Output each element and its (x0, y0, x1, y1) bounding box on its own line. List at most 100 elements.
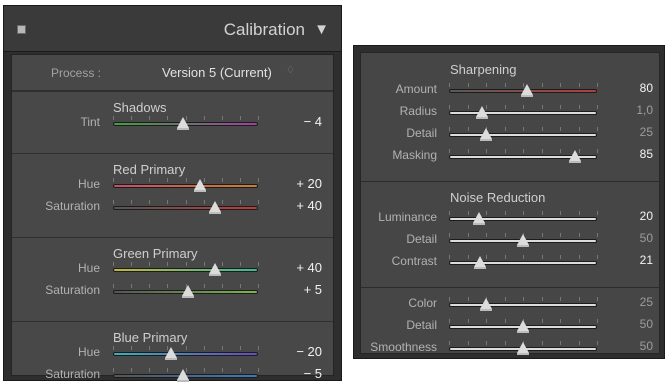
detail-slider-thumb[interactable] (476, 106, 488, 119)
slider-tick (149, 262, 150, 266)
slider-tick (542, 127, 543, 131)
slider-value[interactable]: − 20 (274, 344, 322, 359)
detail-slider-thumb[interactable] (473, 212, 485, 225)
slider-tick (449, 341, 450, 345)
slider-tick (523, 211, 524, 215)
slider-tick (149, 116, 150, 120)
slider-tick (523, 149, 524, 153)
calibration-header[interactable]: Calibration ▼ (4, 6, 341, 52)
slider-tick (597, 211, 598, 215)
slider-value[interactable]: 20 (623, 209, 653, 223)
slider-tick (505, 105, 506, 109)
slider-value[interactable]: 50 (623, 317, 653, 331)
slider-value[interactable]: 50 (623, 231, 653, 245)
process-row[interactable]: Process : Version 5 (Current) ♢ (12, 55, 333, 91)
slider-label: Smoothness (370, 340, 437, 354)
slider-tick (505, 211, 506, 215)
slider-tick (486, 319, 487, 323)
calibration-slider-thumb[interactable] (209, 263, 221, 276)
detail-slider-track[interactable] (449, 303, 597, 307)
calibration-slider-thumb[interactable] (177, 117, 189, 130)
slider-tick (579, 319, 580, 323)
slider-label: Detail (406, 126, 437, 140)
slider-tick (449, 233, 450, 237)
calibration-slider-thumb[interactable] (177, 369, 189, 382)
detail-slider-track[interactable] (449, 133, 597, 137)
slider-tick (204, 284, 205, 288)
slider-tick (167, 284, 168, 288)
slider-tick (131, 346, 132, 350)
detail-slider-track[interactable] (449, 111, 597, 115)
slider-tick (505, 297, 506, 301)
slider-tick (542, 255, 543, 259)
calibration-slider-track[interactable] (113, 268, 258, 272)
section-title: Sharpening (450, 62, 517, 77)
slider-tick (597, 255, 598, 259)
slider-value[interactable]: − 4 (274, 114, 322, 129)
detail-body: Sharpening Amount 80 Radius 1,0 Detail 25 Maski… (360, 52, 660, 355)
slider-value[interactable]: + 20 (274, 176, 322, 191)
slider-tick (167, 262, 168, 266)
slider-value[interactable]: 85 (623, 147, 653, 161)
slider-tick (167, 368, 168, 372)
calibration-slider-thumb[interactable] (209, 201, 221, 214)
detail-slider-thumb[interactable] (474, 256, 486, 269)
slider-tick (597, 341, 598, 345)
slider-value[interactable]: + 40 (274, 198, 322, 213)
slider-value[interactable]: + 5 (274, 282, 322, 297)
slider-tick (579, 341, 580, 345)
slider-tick (167, 116, 168, 120)
slider-value[interactable]: 1,0 (623, 103, 653, 117)
slider-value[interactable]: + 40 (274, 260, 322, 275)
slider-tick (113, 200, 114, 204)
slider-value[interactable]: − 5 (274, 366, 322, 381)
slider-tick (468, 127, 469, 131)
detail-slider-track[interactable] (449, 261, 597, 265)
section-title: Blue Primary (113, 330, 188, 345)
slider-tick (167, 178, 168, 182)
slider-value[interactable]: 25 (623, 125, 653, 139)
slider-value[interactable]: 25 (623, 295, 653, 309)
square-toggle-icon[interactable] (17, 25, 26, 34)
slider-value[interactable]: 50 (623, 339, 653, 353)
calibration-slider-track[interactable] (113, 206, 258, 210)
calibration-slider-track[interactable] (113, 184, 258, 188)
slider-tick (468, 319, 469, 323)
slider-tick (597, 83, 598, 87)
slider-tick (486, 233, 487, 237)
slider-tick (204, 346, 205, 350)
calibration-slider-thumb[interactable] (182, 285, 194, 298)
detail-slider-thumb[interactable] (517, 342, 529, 355)
calibration-slider-track[interactable] (113, 352, 258, 356)
section-divider (361, 181, 659, 182)
section-title: Red Primary (113, 162, 186, 177)
detail-slider-thumb[interactable] (521, 84, 533, 97)
slider-tick (542, 341, 543, 345)
detail-slider-thumb[interactable] (569, 150, 581, 163)
section-divider (12, 91, 333, 92)
slider-tick (131, 368, 132, 372)
slider-tick (222, 116, 223, 120)
slider-label: Hue (77, 345, 100, 359)
slider-value[interactable]: 80 (623, 81, 653, 95)
triangle-down-icon[interactable]: ▼ (314, 21, 329, 38)
slider-label: Hue (77, 177, 100, 191)
detail-slider-thumb[interactable] (517, 320, 529, 333)
calibration-slider-thumb[interactable] (194, 179, 206, 192)
slider-tick (542, 105, 543, 109)
detail-slider-thumb[interactable] (517, 234, 529, 247)
detail-slider-track[interactable] (449, 217, 597, 221)
slider-tick (468, 211, 469, 215)
detail-slider-thumb[interactable] (480, 298, 492, 311)
slider-tick (597, 105, 598, 109)
detail-slider-thumb[interactable] (480, 128, 492, 141)
slider-tick (258, 200, 259, 204)
updown-chevron-icon[interactable]: ♢ (286, 65, 295, 76)
slider-tick (579, 255, 580, 259)
slider-tick (542, 319, 543, 323)
calibration-slider-thumb[interactable] (165, 347, 177, 360)
slider-value[interactable]: 21 (623, 253, 653, 267)
slider-tick (113, 368, 114, 372)
slider-tick (149, 200, 150, 204)
process-select[interactable]: Version 5 (Current) (162, 65, 272, 80)
